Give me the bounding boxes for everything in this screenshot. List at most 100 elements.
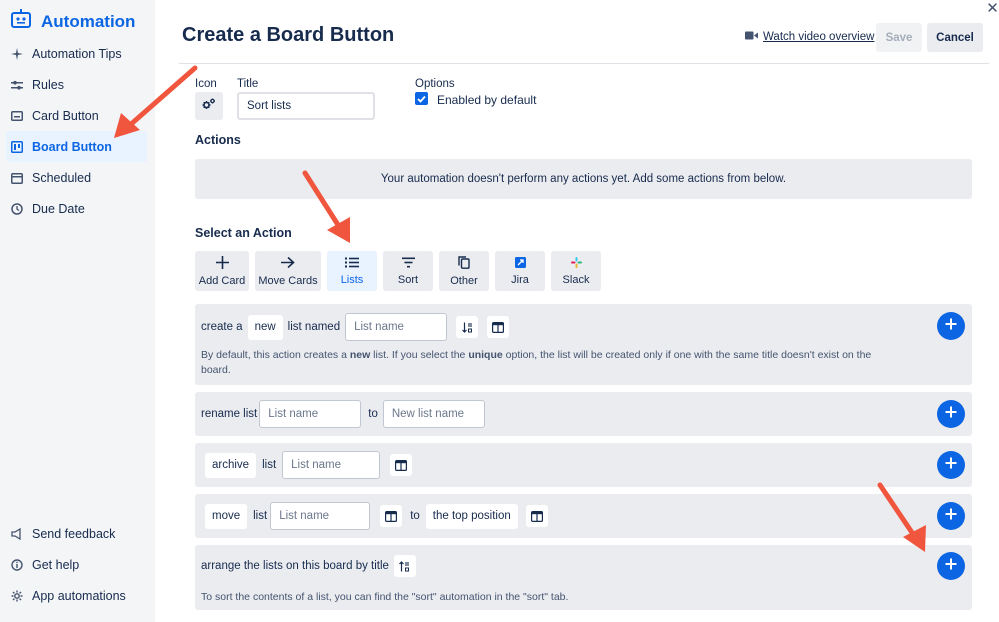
sliders-icon — [10, 78, 24, 92]
tab-jira[interactable]: Jira — [495, 251, 545, 291]
checkmark-icon — [417, 90, 426, 108]
sort-order-icon[interactable] — [393, 555, 416, 577]
watch-video-label: Watch video overview — [763, 31, 875, 43]
close-icon[interactable]: ✕ — [986, 0, 999, 17]
add-arrange-lists-button[interactable] — [937, 552, 965, 580]
desc-text: list. If you select the — [370, 349, 469, 361]
new-list-name-input[interactable]: New list name — [382, 400, 485, 428]
move-option-chip[interactable]: move — [205, 503, 248, 529]
plus-icon — [945, 405, 957, 423]
list-name-input[interactable]: List name — [282, 451, 381, 479]
action-card-arrange-lists: arrange the lists on this board by title… — [195, 545, 972, 610]
list-name-input[interactable]: List name — [259, 400, 362, 428]
sidebar-item-send-feedback[interactable]: Send feedback — [6, 518, 147, 549]
tab-label: Other — [450, 274, 478, 287]
to-text: to — [368, 408, 378, 420]
sidebar-item-label: App automations — [32, 588, 126, 603]
add-create-list-button[interactable] — [937, 312, 965, 340]
cancel-button[interactable]: Cancel — [927, 23, 983, 52]
sidebar: Automation Automation Tips Rules Card Bu… — [0, 0, 155, 622]
sort-order-icon[interactable] — [456, 316, 479, 338]
arrange-text: arrange the lists on this board by title — [201, 560, 389, 572]
list-name-input[interactable]: List name — [270, 502, 371, 530]
plus-icon — [215, 255, 229, 272]
sidebar-item-due-date[interactable]: Due Date — [6, 193, 147, 224]
tab-lists[interactable]: Lists — [327, 251, 377, 291]
plus-icon — [945, 507, 957, 525]
sidebar-item-label: Board Button — [32, 139, 112, 154]
options-label: Options — [415, 78, 455, 90]
sidebar-item-card-button[interactable]: Card Button — [6, 100, 147, 131]
create-list-row: create a new list named List name — [201, 313, 510, 341]
video-camera-icon — [745, 31, 758, 43]
board-layout-icon[interactable] — [380, 505, 403, 527]
tab-sort[interactable]: Sort — [383, 251, 433, 291]
sidebar-bottom-nav: Send feedback Get help App automations — [6, 518, 147, 611]
create-list-description: By default, this action creates a new li… — [201, 348, 921, 378]
title-input[interactable]: Sort lists — [237, 92, 375, 120]
rename-list-row: rename list List name to New list name — [201, 400, 485, 428]
robot-icon — [10, 9, 32, 34]
sidebar-item-scheduled[interactable]: Scheduled — [6, 162, 147, 193]
action-card-rename-list: rename list List name to New list name — [195, 392, 972, 436]
plus-icon — [945, 456, 957, 474]
sidebar-item-automation-tips[interactable]: Automation Tips — [6, 38, 147, 69]
desc-text: board. — [201, 364, 231, 376]
megaphone-icon — [10, 527, 24, 541]
slack-icon — [570, 256, 582, 271]
tab-slack[interactable]: Slack — [551, 251, 601, 291]
add-archive-list-button[interactable] — [937, 451, 965, 479]
sidebar-item-rules[interactable]: Rules — [6, 69, 147, 100]
sidebar-item-board-button[interactable]: Board Button — [6, 131, 147, 162]
board-layout-icon[interactable] — [487, 316, 510, 338]
filter-icon — [401, 257, 415, 271]
tab-label: Add Card — [198, 274, 246, 287]
sidebar-item-app-automations[interactable]: App automations — [6, 580, 147, 611]
enabled-checkbox[interactable] — [415, 92, 428, 105]
title-label: Title — [237, 78, 259, 90]
add-rename-list-button[interactable] — [937, 400, 965, 428]
main-panel: Create a Board Button Watch video overvi… — [155, 0, 999, 622]
tab-add-card[interactable]: Add Card — [195, 251, 249, 291]
tab-label: Jira — [511, 273, 529, 286]
card-icon — [10, 109, 24, 123]
archive-option-chip[interactable]: archive — [205, 452, 257, 478]
arrange-lists-row: arrange the lists on this board by title — [201, 555, 416, 577]
tab-label: Move Cards — [258, 274, 318, 287]
position-chip[interactable]: the top position — [425, 503, 518, 529]
board-layout-icon[interactable] — [525, 505, 548, 527]
jira-icon — [514, 256, 526, 271]
add-move-list-button[interactable] — [937, 502, 965, 530]
desc-text: option, the list will be created only if… — [502, 349, 872, 361]
list-name-input[interactable]: List name — [345, 313, 448, 341]
header-divider — [179, 63, 989, 64]
board-icon — [10, 140, 24, 154]
info-icon — [10, 558, 24, 572]
desc-text: By default, this action creates a — [201, 349, 350, 361]
action-card-move-list: move list List name to the top position — [195, 494, 972, 538]
gear-icon — [10, 589, 24, 603]
enabled-label: Enabled by default — [437, 93, 537, 107]
to-text: to — [410, 510, 420, 522]
plus-icon — [945, 557, 957, 575]
action-card-create-list: create a new list named List name By def… — [195, 304, 972, 385]
watch-video-link[interactable]: Watch video overview — [745, 31, 874, 43]
desc-bold: new — [349, 349, 371, 361]
select-action-heading: Select an Action — [195, 226, 292, 240]
sidebar-item-label: Send feedback — [32, 526, 116, 541]
tab-label: Lists — [340, 273, 364, 286]
board-layout-icon[interactable] — [390, 454, 413, 476]
action-card-archive-list: archive list List name — [195, 443, 972, 487]
desc-bold: unique — [468, 349, 503, 361]
actions-heading: Actions — [195, 133, 241, 147]
icon-picker-button[interactable] — [195, 92, 223, 120]
tab-other[interactable]: Other — [439, 251, 489, 291]
tab-move-cards[interactable]: Move Cards — [255, 251, 321, 291]
brand[interactable]: Automation — [10, 9, 135, 34]
sidebar-item-label: Due Date — [32, 201, 85, 216]
sidebar-item-label: Automation Tips — [32, 46, 122, 61]
save-button[interactable]: Save — [876, 23, 922, 52]
sidebar-item-get-help[interactable]: Get help — [6, 549, 147, 580]
new-option-chip[interactable]: new — [247, 314, 283, 340]
actions-empty-message: Your automation doesn't perform any acti… — [195, 159, 972, 199]
